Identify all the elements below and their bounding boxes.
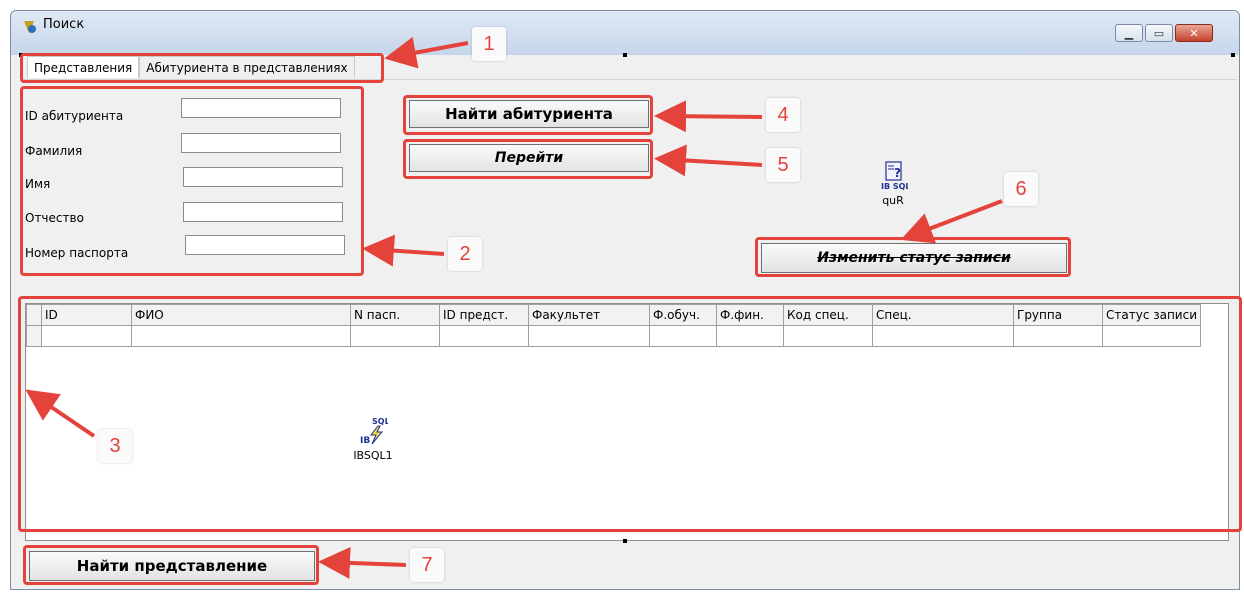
annotation-number-6: 6 [1004, 172, 1038, 206]
annotation-number-1: 1 [472, 27, 506, 61]
annotation-number-4: 4 [766, 98, 800, 132]
annotation-arrow-6 [900, 199, 1003, 244]
annotation-arrow-1 [384, 36, 469, 69]
annotation-number-3: 3 [98, 429, 132, 463]
annotation-arrow-3 [25, 389, 96, 438]
annotation-arrow-7 [318, 546, 407, 579]
annotation-number-7: 7 [410, 548, 444, 582]
annotation-arrow-4 [654, 100, 763, 133]
annotation-number-2: 2 [448, 237, 482, 271]
annotation-number-5: 5 [766, 148, 800, 182]
annotation-arrow-2 [362, 234, 445, 267]
annotation-arrow-5 [654, 144, 763, 177]
annotation-arrows [25, 36, 1003, 579]
